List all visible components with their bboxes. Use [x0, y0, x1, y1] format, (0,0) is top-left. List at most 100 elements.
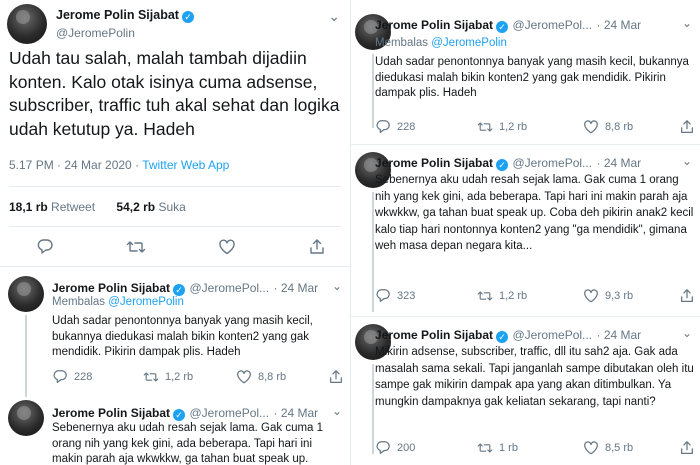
reply-stat[interactable]: 228	[375, 119, 415, 135]
author-handle[interactable]: @JeromePol...	[513, 328, 593, 342]
share-stat[interactable]	[679, 288, 695, 304]
verified-badge-icon: ✓	[496, 159, 509, 171]
retweet-icon[interactable]	[126, 238, 146, 256]
verified-badge-icon: ✓	[496, 21, 509, 33]
tweet-date[interactable]: · 24 Mar	[274, 281, 319, 295]
tweet-text: Mikirin adsense, subscriber, traffic, dl…	[375, 346, 694, 408]
like-count[interactable]: 54,2 rb	[116, 200, 155, 214]
avatar[interactable]	[7, 4, 47, 44]
chevron-down-icon[interactable]: ⌄	[682, 16, 692, 30]
retweet-count: 1,2 rb	[499, 121, 528, 133]
source-link[interactable]: Twitter Web App	[142, 158, 229, 172]
tweet-date[interactable]: · 24 Mar	[597, 156, 642, 170]
reply-stat[interactable]: 200	[375, 440, 415, 456]
author-block[interactable]: Jerome Polin Sijabat ✓ @JeromePolin	[56, 6, 194, 40]
retweet-icon[interactable]	[477, 288, 493, 304]
author-name[interactable]: Jerome Polin Sijabat	[56, 8, 179, 22]
share-icon[interactable]	[328, 369, 344, 385]
tweet-text: Udah sadar penontonnya banyak yang masih…	[52, 315, 313, 358]
share-stat[interactable]	[679, 440, 695, 456]
like-stat[interactable]: 8,5 rb	[583, 440, 633, 456]
chevron-down-icon[interactable]: ⌄	[682, 154, 692, 168]
thread-line	[372, 364, 374, 454]
retweet-stat[interactable]: 1 rb	[477, 440, 518, 456]
retweet-stat[interactable]: 1,2 rb	[477, 119, 527, 135]
like-stat[interactable]: 9,3 rb	[583, 288, 633, 304]
tweet-text: Sebenernya aku udah resah sejak lama. Ga…	[375, 174, 694, 252]
divider	[9, 186, 341, 187]
chevron-down-icon[interactable]: ⌄	[682, 326, 692, 340]
retweet-icon[interactable]	[477, 440, 493, 456]
engagement-counts: 18,1 rb Retweet 54,2 rb Suka	[9, 200, 186, 214]
like-stat[interactable]: 8,8 rb	[236, 369, 286, 385]
reply-handle-link[interactable]: @JeromePolin	[108, 296, 184, 308]
reply-icon[interactable]	[36, 238, 54, 256]
retweet-count[interactable]: 18,1 rb	[9, 200, 48, 214]
like-count: 8,8 rb	[258, 371, 287, 383]
right-panel: Jerome Polin Sijabat ✓ @JeromePol... · 24…	[350, 0, 700, 465]
action-bar	[36, 238, 326, 256]
like-icon[interactable]	[583, 119, 599, 135]
verified-badge-icon: ✓	[173, 284, 186, 296]
divider	[351, 316, 700, 317]
author-handle[interactable]: @JeromePol...	[190, 406, 270, 420]
author-handle[interactable]: @JeromePol...	[513, 156, 593, 170]
like-count: 8,5 rb	[605, 442, 634, 454]
reply-stat[interactable]: 228	[52, 369, 92, 385]
tweet-meta: 5.17 PM · 24 Mar 2020 · Twitter Web App	[9, 158, 229, 172]
thread-line	[372, 54, 374, 128]
reply-stat[interactable]: 323	[375, 288, 415, 304]
author-name[interactable]: Jerome Polin Sijabat	[375, 328, 493, 342]
tweet-header: Jerome Polin Sijabat ✓ @JeromePol... · 24…	[52, 279, 318, 297]
share-stat[interactable]	[679, 119, 695, 135]
author-handle[interactable]: @JeromePol...	[513, 18, 593, 32]
like-icon[interactable]	[583, 440, 599, 456]
retweet-icon[interactable]	[477, 119, 493, 135]
retweet-stat[interactable]: 1,2 rb	[143, 369, 193, 385]
author-handle[interactable]: @JeromePol...	[190, 281, 270, 295]
author-name[interactable]: Jerome Polin Sijabat	[52, 281, 170, 295]
chevron-down-icon[interactable]: ⌄	[328, 8, 340, 25]
share-icon[interactable]	[308, 238, 326, 256]
share-icon[interactable]	[679, 440, 695, 456]
chevron-down-icon[interactable]: ⌄	[332, 404, 342, 418]
author-name[interactable]: Jerome Polin Sijabat	[375, 18, 493, 32]
retweet-stat[interactable]: 1,2 rb	[477, 288, 527, 304]
author-name[interactable]: Jerome Polin Sijabat	[52, 406, 170, 420]
reply-icon[interactable]	[52, 369, 68, 385]
left-panel: Jerome Polin Sijabat ✓ @JeromePolin ⌄ Uda…	[0, 0, 350, 465]
reply-icon[interactable]	[375, 119, 391, 135]
reply-icon[interactable]	[375, 288, 391, 304]
thread-line	[25, 315, 27, 397]
author-name[interactable]: Jerome Polin Sijabat	[375, 156, 493, 170]
tweet-date[interactable]: · 24 Mar	[597, 328, 642, 342]
tweet-date[interactable]: · 24 Mar	[597, 18, 642, 32]
reply-prefix: Membalas	[375, 37, 432, 49]
reply-context: Membalas @JeromePolin	[52, 296, 184, 308]
chevron-down-icon[interactable]: ⌄	[332, 279, 342, 293]
author-handle[interactable]: @JeromePolin	[56, 26, 194, 40]
tweet-header: Jerome Polin Sijabat ✓ @JeromePol... · 24…	[375, 154, 641, 172]
reply-handle-link[interactable]: @JeromePolin	[431, 37, 507, 49]
share-icon[interactable]	[679, 119, 695, 135]
retweet-icon[interactable]	[143, 369, 159, 385]
reply-count: 228	[397, 121, 416, 133]
share-stat[interactable]	[328, 369, 344, 385]
reply-count: 228	[74, 371, 93, 383]
like-stat[interactable]: 8,8 rb	[583, 119, 633, 135]
like-icon[interactable]	[236, 369, 252, 385]
timestamp[interactable]: 5.17 PM · 24 Mar 2020 ·	[9, 158, 142, 172]
verified-badge-icon: ✓	[181, 11, 194, 23]
like-icon[interactable]	[583, 288, 599, 304]
like-icon[interactable]	[218, 238, 236, 256]
divider	[0, 266, 350, 267]
share-icon[interactable]	[679, 288, 695, 304]
tweet-date[interactable]: · 24 Mar	[274, 406, 319, 420]
tweet-header: Jerome Polin Sijabat ✓ @JeromePol... · 24…	[52, 404, 318, 422]
reply-count: 200	[397, 442, 416, 454]
like-count: 8,8 rb	[605, 121, 634, 133]
retweet-count: 1,2 rb	[165, 371, 194, 383]
avatar[interactable]	[8, 400, 44, 436]
reply-icon[interactable]	[375, 440, 391, 456]
avatar[interactable]	[8, 276, 44, 312]
